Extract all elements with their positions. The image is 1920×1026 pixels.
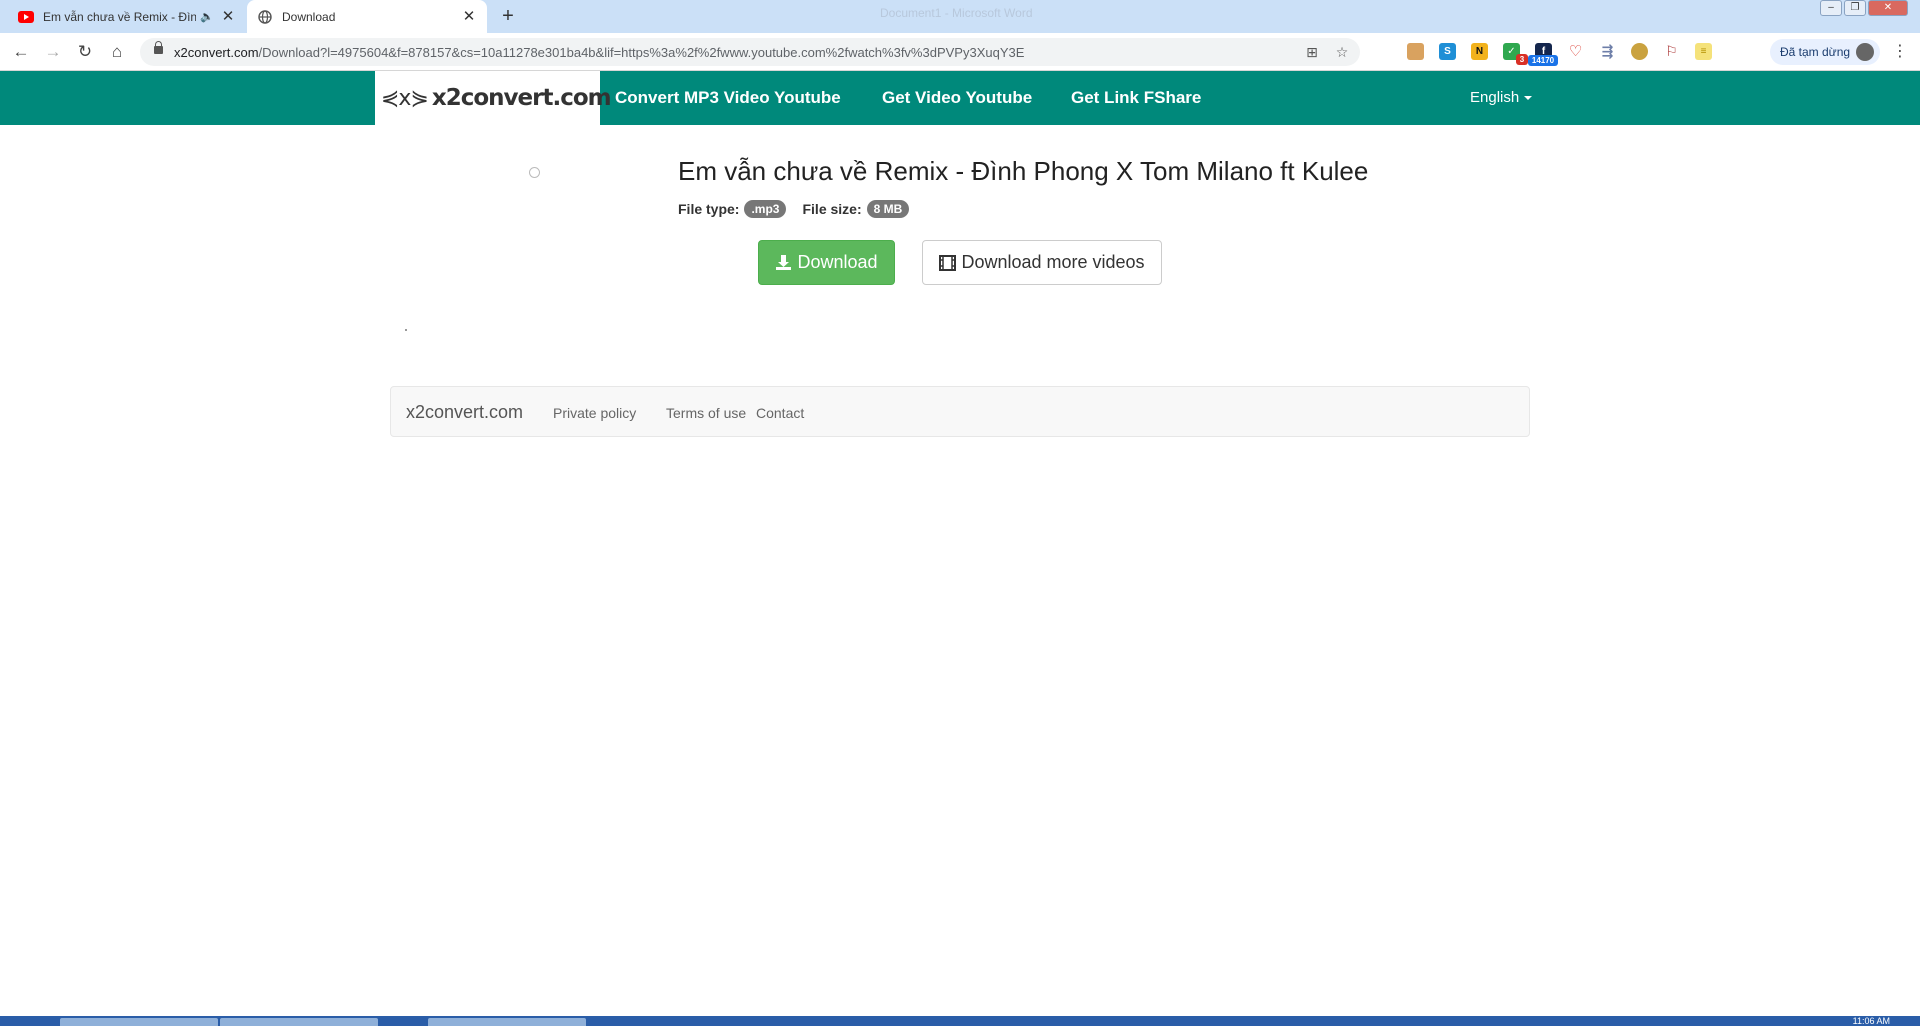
browser-toolbar: ← → ↻ ⌂ x2convert.com/Download?l=4975604… xyxy=(0,33,1920,71)
download-button[interactable]: Download xyxy=(758,240,895,285)
download-icon xyxy=(775,254,792,271)
window-title: Document1 - Microsoft Word xyxy=(880,6,1033,20)
heart-shield-extension-icon[interactable]: ♡ xyxy=(1567,43,1584,60)
face-extension-icon[interactable] xyxy=(1407,43,1424,60)
youtube-icon xyxy=(18,9,34,25)
profile-button[interactable]: Đã tạm dừng xyxy=(1770,39,1880,65)
highlighter-extension-icon[interactable]: ≡ xyxy=(1695,43,1712,60)
caret-down-icon xyxy=(1524,96,1533,101)
footer-link-contact[interactable]: Contact xyxy=(756,405,804,421)
download-more-button[interactable]: Download more videos xyxy=(922,240,1162,285)
taskbar-item[interactable] xyxy=(428,1018,586,1026)
nav-convert-mp3[interactable]: Convert MP3 Video Youtube xyxy=(615,71,841,125)
site-logo[interactable]: ⋞x⋟ x2convert.com xyxy=(375,71,612,125)
logo-text: x2convert.com xyxy=(431,85,612,111)
badge-count: 14170 xyxy=(1528,55,1558,66)
home-icon[interactable]: ⌂ xyxy=(106,41,128,63)
pdf-extension-icon[interactable]: ⚐ xyxy=(1663,43,1680,60)
footer-link-terms[interactable]: Terms of use xyxy=(666,405,746,421)
language-dropdown[interactable]: English xyxy=(1470,71,1533,125)
file-size-badge: 8 MB xyxy=(866,200,910,218)
j-extension-icon[interactable]: J xyxy=(1374,43,1391,60)
window-controls: – ❐ ✕ xyxy=(1820,0,1908,18)
menu-icon[interactable]: ⋮ xyxy=(1890,41,1910,63)
download-more-label: Download more videos xyxy=(961,252,1145,272)
taskbar-item[interactable] xyxy=(220,1018,378,1026)
tab-strip: Em vẫn chưa về Remix - Đình 🔈 ✕ Download… xyxy=(0,0,1920,33)
tab-title: Download xyxy=(282,9,336,24)
taskbar-item[interactable] xyxy=(60,1018,218,1026)
address-bar[interactable]: x2convert.com/Download?l=4975604&f=87815… xyxy=(140,38,1360,66)
back-icon[interactable]: ← xyxy=(10,41,32,63)
video-title: Em vẫn chưa về Remix - Đình Phong X Tom … xyxy=(678,156,1369,186)
site-footer: x2convert.com Private policy Terms of us… xyxy=(390,386,1530,437)
address-text[interactable]: x2convert.com/Download?l=4975604&f=87815… xyxy=(174,45,1024,60)
dot-decoration xyxy=(405,329,407,331)
tab-youtube[interactable]: Em vẫn chưa về Remix - Đình 🔈 ✕ xyxy=(8,0,246,33)
avatar xyxy=(1856,43,1874,61)
tab-title: Em vẫn chưa về Remix - Đình xyxy=(43,9,196,24)
footer-link-privacy[interactable]: Private policy xyxy=(553,405,636,421)
site-header: ⋞x⋟ x2convert.com Convert MP3 Video Yout… xyxy=(0,71,1920,125)
s-extension-icon[interactable]: S xyxy=(1439,43,1456,60)
film-icon xyxy=(939,254,957,271)
cookie-extension-icon[interactable] xyxy=(1631,43,1648,60)
os-taskbar: 11:06 AM xyxy=(0,1016,1920,1026)
globe-icon xyxy=(257,9,273,25)
speaker-icon[interactable]: 🔈 xyxy=(200,10,214,23)
forward-icon[interactable]: → xyxy=(42,41,64,63)
n-extension-icon[interactable]: N xyxy=(1471,43,1488,60)
tab-download[interactable]: Download ✕ xyxy=(247,0,487,33)
star-icon[interactable]: ☆ xyxy=(1333,43,1351,61)
footer-brand[interactable]: x2convert.com xyxy=(406,402,523,423)
translate-icon[interactable]: ⊞ xyxy=(1303,43,1321,61)
close-window-icon[interactable]: ✕ xyxy=(1868,0,1908,16)
file-size-label: File size: xyxy=(802,201,862,217)
loading-spinner-icon xyxy=(529,167,540,178)
nav-get-link-fshare[interactable]: Get Link FShare xyxy=(1071,71,1201,125)
lock-icon[interactable] xyxy=(154,41,163,54)
logo-mark: ⋞x⋟ xyxy=(381,85,429,111)
close-tab-icon[interactable]: ✕ xyxy=(461,8,477,25)
reload-icon[interactable]: ↻ xyxy=(74,41,96,63)
taskbar-clock: 11:06 AM xyxy=(1852,1016,1890,1026)
arrows-extension-icon[interactable]: ⇶ xyxy=(1599,43,1616,60)
badge-count: 3 xyxy=(1516,54,1528,65)
new-tab-button[interactable]: + xyxy=(496,5,520,29)
nav-get-video[interactable]: Get Video Youtube xyxy=(882,71,1032,125)
minimize-icon[interactable]: – xyxy=(1820,0,1842,16)
restore-icon[interactable]: ❐ xyxy=(1844,0,1866,16)
file-type-badge: .mp3 xyxy=(744,200,787,218)
close-tab-icon[interactable]: ✕ xyxy=(220,8,236,25)
file-meta: File type: .mp3 File size: 8 MB xyxy=(678,200,910,218)
download-label: Download xyxy=(797,252,878,272)
file-type-label: File type: xyxy=(678,201,740,217)
